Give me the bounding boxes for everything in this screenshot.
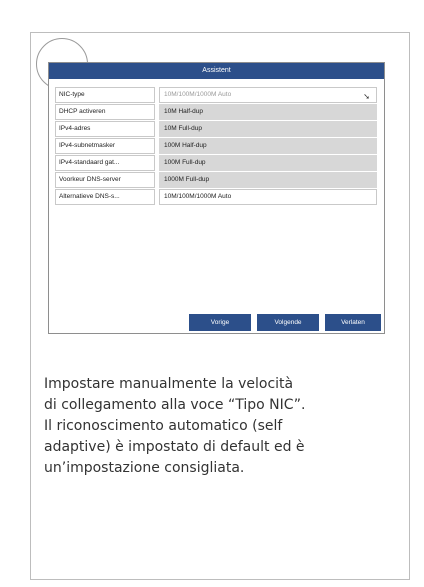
option-100m-full[interactable]: 100M Full-dup bbox=[159, 155, 377, 171]
dhcp-label: DHCP activeren bbox=[55, 104, 155, 120]
row-ipv4-gateway: IPv4-standaard gat... 100M Full-dup bbox=[55, 155, 377, 171]
option-10m-full[interactable]: 10M Full-dup bbox=[159, 121, 377, 137]
alternate-dns-label: Alternatieve DNS-s... bbox=[55, 189, 155, 205]
caption-line: di collegamento alla voce “Tipo NIC”. bbox=[44, 397, 306, 413]
instruction-text: Impostare manualmente la velocità di col… bbox=[44, 374, 394, 479]
nic-type-label: NIC-type bbox=[55, 87, 155, 103]
caption-line: Il riconoscimento automatico (self bbox=[44, 418, 283, 434]
option-100m-half[interactable]: 100M Half-dup bbox=[159, 138, 377, 154]
preferred-dns-label: Voorkeur DNS-server bbox=[55, 172, 155, 188]
ipv4-gateway-label: IPv4-standaard gat... bbox=[55, 155, 155, 171]
ipv4-subnet-label: IPv4-subnetmasker bbox=[55, 138, 155, 154]
assistant-dialog: Assistent NIC-type 10M/100M/1000M Auto ➘… bbox=[48, 62, 385, 334]
option-auto[interactable]: 10M/100M/1000M Auto bbox=[159, 189, 377, 205]
row-preferred-dns: Voorkeur DNS-server 1000M Full-dup bbox=[55, 172, 377, 188]
row-alternate-dns: Alternatieve DNS-s... 10M/100M/1000M Aut… bbox=[55, 189, 377, 205]
option-1000m-full[interactable]: 1000M Full-dup bbox=[159, 172, 377, 188]
row-nic-type: NIC-type 10M/100M/1000M Auto ➘ bbox=[55, 87, 377, 103]
prev-button[interactable]: Vorige bbox=[189, 314, 251, 331]
option-10m-half[interactable]: 10M Half-dup bbox=[159, 104, 377, 120]
caption-line: un’impostazione consigliata. bbox=[44, 460, 245, 476]
row-ipv4-subnet: IPv4-subnetmasker 100M Half-dup bbox=[55, 138, 377, 154]
exit-button[interactable]: Verlaten bbox=[325, 314, 381, 331]
caption-line: adaptive) è impostato di default ed è bbox=[44, 439, 305, 455]
row-ipv4-address: IPv4-adres 10M Full-dup bbox=[55, 121, 377, 137]
cursor-icon: ➘ bbox=[363, 92, 370, 101]
next-button[interactable]: Volgende bbox=[257, 314, 319, 331]
row-dhcp: DHCP activeren 10M Half-dup bbox=[55, 104, 377, 120]
nic-type-value: 10M/100M/1000M Auto bbox=[164, 91, 232, 98]
nic-type-select[interactable]: 10M/100M/1000M Auto ➘ bbox=[159, 87, 377, 103]
ipv4-address-label: IPv4-adres bbox=[55, 121, 155, 137]
caption-line: Impostare manualmente la velocità bbox=[44, 376, 294, 392]
dialog-title: Assistent bbox=[49, 63, 384, 79]
